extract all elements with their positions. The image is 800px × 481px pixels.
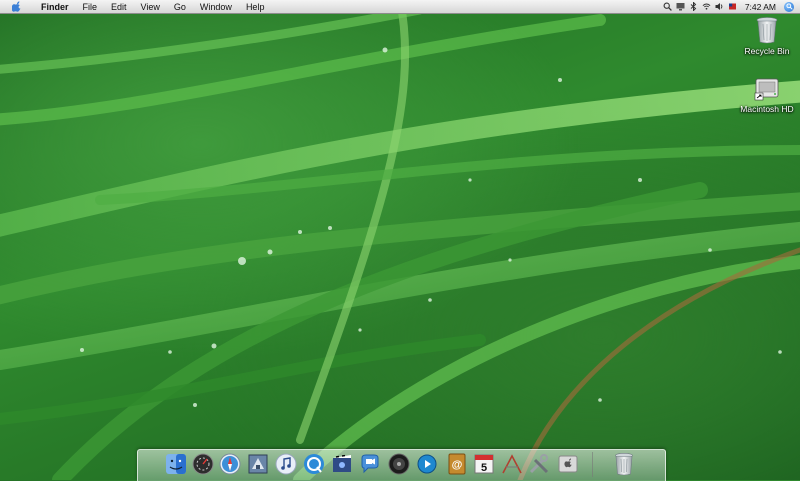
menu-clock[interactable]: 7:42 AM [741,2,780,12]
menu-edit[interactable]: Edit [104,0,134,14]
mail-icon [248,454,268,474]
menu-go[interactable]: Go [167,0,193,14]
desktop-icon-label: Recycle Bin [744,46,790,56]
svg-text:@: @ [452,459,463,471]
dashboard-icon [192,453,214,475]
trash-icon [756,17,778,44]
dock-item-quicktime[interactable] [415,452,439,476]
dock-item-finder[interactable] [164,452,188,476]
spotlight-icon[interactable] [784,1,794,12]
ichat-icon [304,454,324,474]
dock-item-mail[interactable] [246,452,270,476]
imovie-icon [333,454,351,472]
dock-item-safari[interactable] [218,452,242,476]
dock-item-dashboard[interactable] [191,452,215,476]
finder-icon [166,454,186,474]
calendar-day: 5 [481,462,487,474]
menu-bar: Finder File Edit View Go Window Help 7:4… [0,0,800,14]
dvd-player-icon [388,453,410,475]
menu-app-name[interactable]: Finder [34,0,76,14]
video-chat-icon [361,454,379,474]
dock-item-trash[interactable] [612,452,636,476]
apple-icon [558,455,578,473]
menu-view[interactable]: View [134,0,167,14]
menu-file[interactable]: File [76,0,105,14]
quicktime-icon [417,454,437,474]
menu-window[interactable]: Window [193,0,239,14]
dock-item-utilities[interactable] [527,452,551,476]
display-icon[interactable] [676,2,685,11]
dock-item-address-book[interactable]: @ [445,452,469,476]
address-book-icon: @ [448,453,466,475]
dock-item-imovie[interactable] [330,452,354,476]
dock-item-video-chat[interactable] [358,452,382,476]
dock-item-calendar[interactable]: 5 [472,452,496,476]
dock-separator [592,452,593,477]
dock-item-apple[interactable] [556,452,580,476]
hard-drive-icon [754,78,779,101]
menu-help[interactable]: Help [239,0,272,14]
dock-item-itunes[interactable] [274,452,298,476]
dock-item-ichat[interactable] [302,452,326,476]
magnifier-icon[interactable] [663,2,672,11]
desktop-icon-recycle-bin[interactable]: Recycle Bin [727,16,800,56]
desktop-wallpaper [0,0,800,480]
volume-icon[interactable] [715,2,724,11]
itunes-icon [275,453,297,475]
dock-item-dvd-player[interactable] [387,452,411,476]
desktop-icon-macintosh-hd[interactable]: Macintosh HD [727,74,800,114]
bluetooth-icon[interactable] [689,2,698,11]
desktop-icon-label: Macintosh HD [740,104,794,114]
menu-extras: 7:42 AM [663,1,800,12]
preview-icon [502,454,522,474]
wifi-icon[interactable] [702,2,711,11]
utilities-icon [529,454,549,474]
flag-icon[interactable] [728,2,737,11]
dock-item-preview[interactable] [500,452,524,476]
apple-menu-icon[interactable] [10,0,24,14]
trash-icon [615,452,633,476]
calendar-icon: 5 [474,454,494,474]
safari-icon [219,453,241,475]
